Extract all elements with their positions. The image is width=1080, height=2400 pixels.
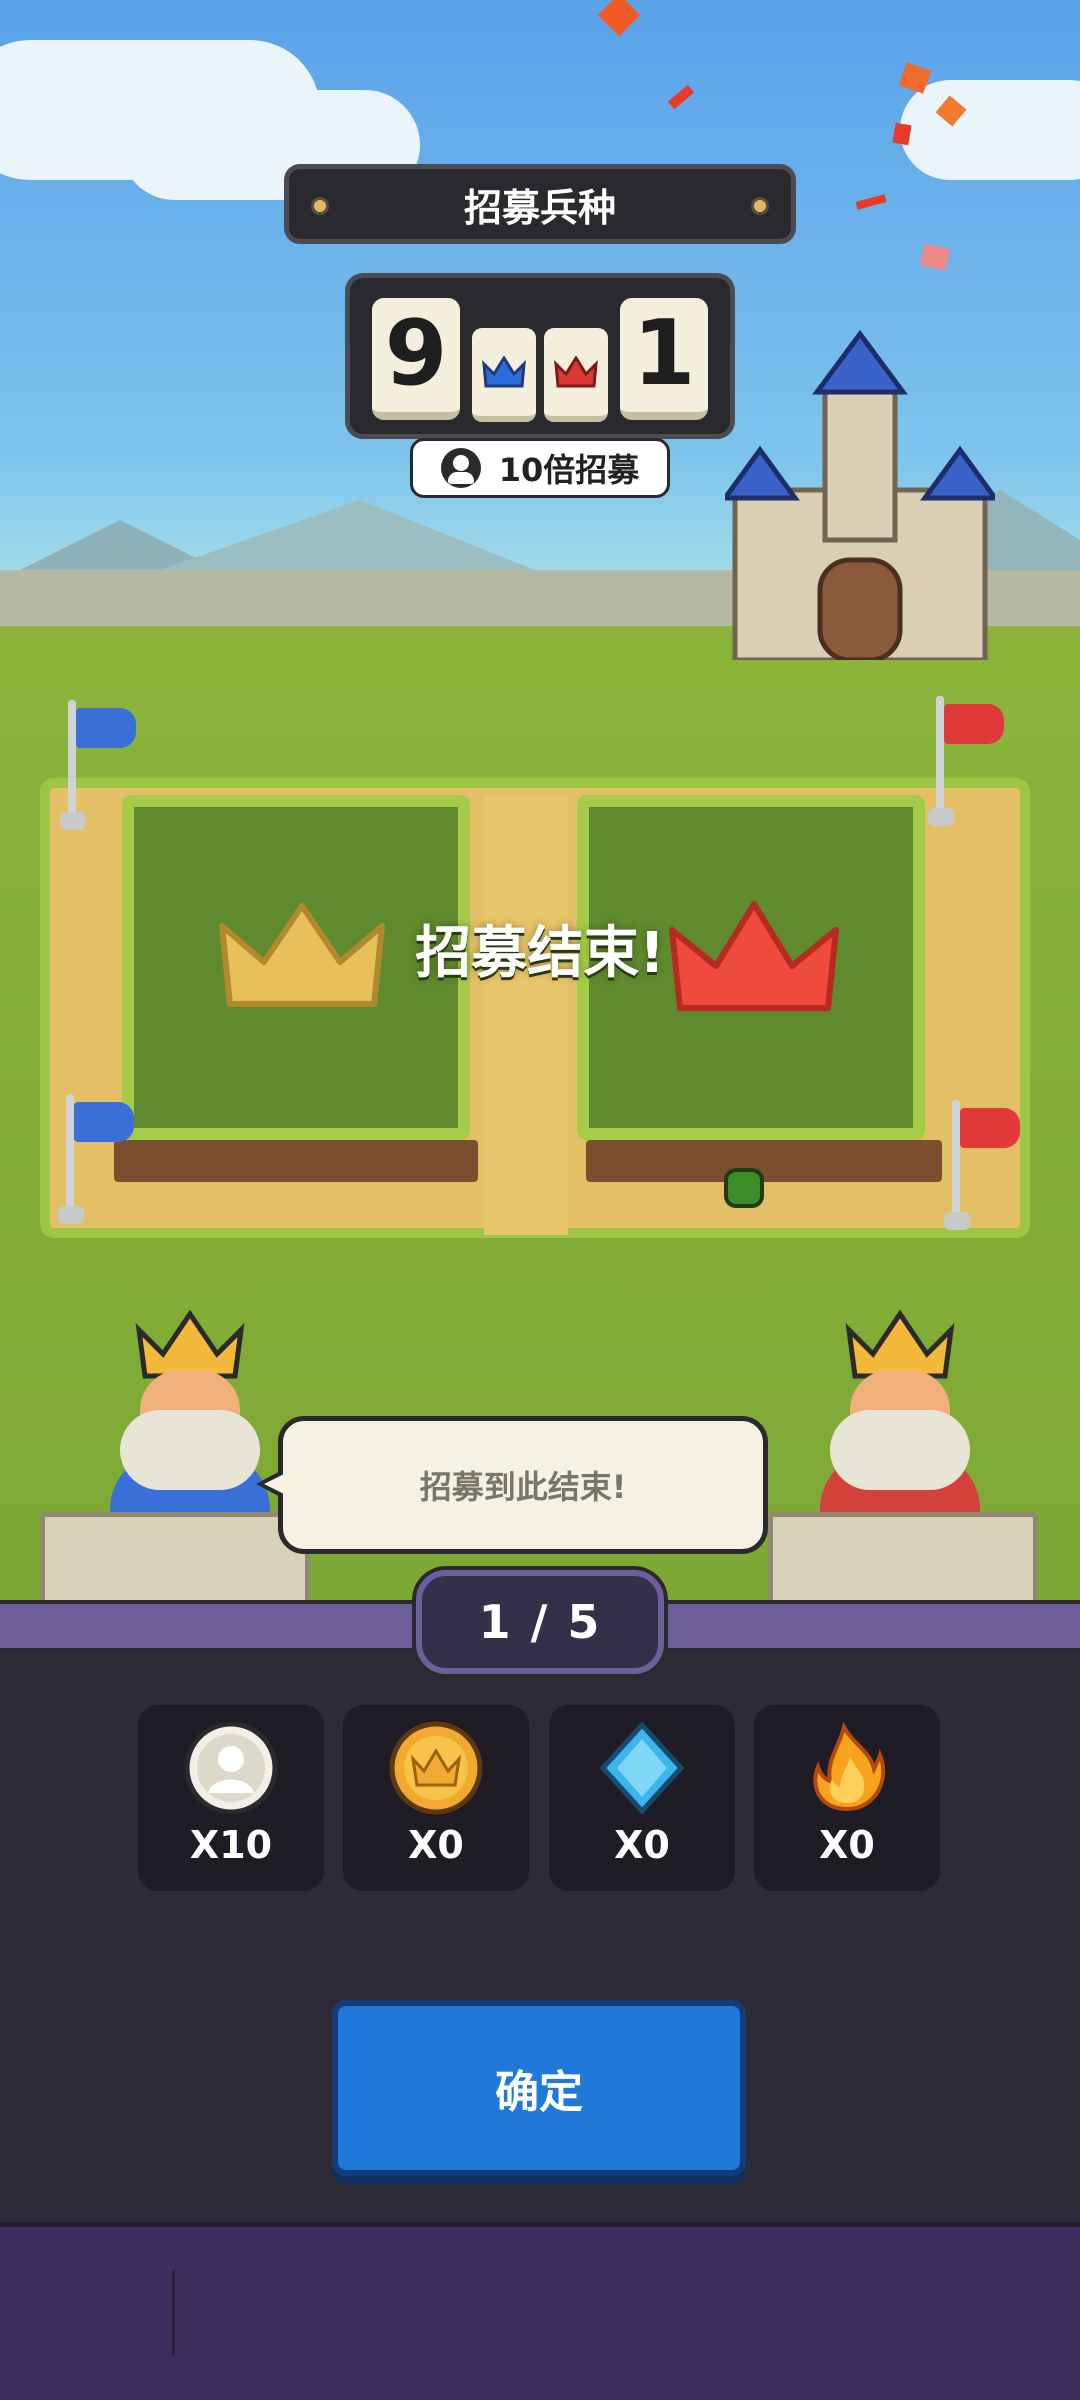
confirm-button[interactable]: 确定 [332,2000,746,2176]
confetti-piece [597,0,641,37]
red-crown-icon [669,901,839,1011]
right-podium [768,1512,1038,1610]
blue-flag-top-left [60,700,140,840]
red-crown-icon [554,356,598,388]
gold-crown-coin-icon [389,1721,483,1815]
speech-text: 招募到此结束! [419,1468,627,1506]
right-plot-soil [586,1140,942,1182]
red-flag-bottom-right [944,1100,1024,1240]
red-score-digit: 1 [620,298,708,420]
cloud-right [900,80,1080,180]
speech-bubble: 招募到此结束! [278,1416,768,1554]
reward-count: X10 [189,1823,273,1867]
confirm-button-label: 确定 [495,2067,583,2118]
score-counter: 9 1 [345,273,735,439]
green-soldier-unit [724,1168,764,1208]
ten-times-recruit-badge: 10倍招募 [410,438,670,498]
reward-slot-recruit-token: X10 [138,1705,324,1891]
footer-bar [0,2222,1080,2400]
reward-slot-gold-coin: X0 [343,1705,529,1891]
recruit-result-text: 招募结束! [415,921,665,986]
blue-crown-icon [482,356,526,388]
battlefield-scene: 招募结束! 招募兵种 9 1 10倍招募 招募到此结束! [0,0,1080,1610]
confetti-piece [855,194,887,210]
red-flag-top-right [928,696,1008,836]
yellow-crown-icon [219,903,385,1007]
dirt-path [484,795,568,1235]
person-icon [440,448,481,488]
speech-tail-fill [264,1474,284,1494]
left-plot-soil [114,1140,478,1182]
blue-gem-icon [599,1721,685,1815]
page-indicator: 1 / 5 [416,1570,664,1674]
reward-count: X0 [819,1823,875,1867]
reward-slot-fire: X0 [754,1705,940,1891]
person-token-icon [184,1721,278,1815]
blue-flag-bottom-left [58,1094,138,1234]
multiplier-label: 10倍招募 [498,451,640,489]
left-podium [40,1512,310,1610]
reward-slot-gem: X0 [549,1705,735,1891]
page-indicator-label: 1 / 5 [478,1595,602,1649]
page-title: 招募兵种 [284,164,796,244]
reward-count: X0 [614,1823,670,1867]
reward-count: X0 [408,1823,464,1867]
confetti-piece [892,122,912,146]
footer-divider [172,2270,175,2356]
blue-score-digit: 9 [372,298,460,420]
fire-icon [813,1721,886,1812]
confetti-piece [919,243,951,271]
confetti-piece [667,84,695,110]
page-title-text: 招募兵种 [463,185,616,230]
blue-crown-card [472,328,536,422]
castle-illustration [725,330,995,660]
red-crown-card [544,328,608,422]
